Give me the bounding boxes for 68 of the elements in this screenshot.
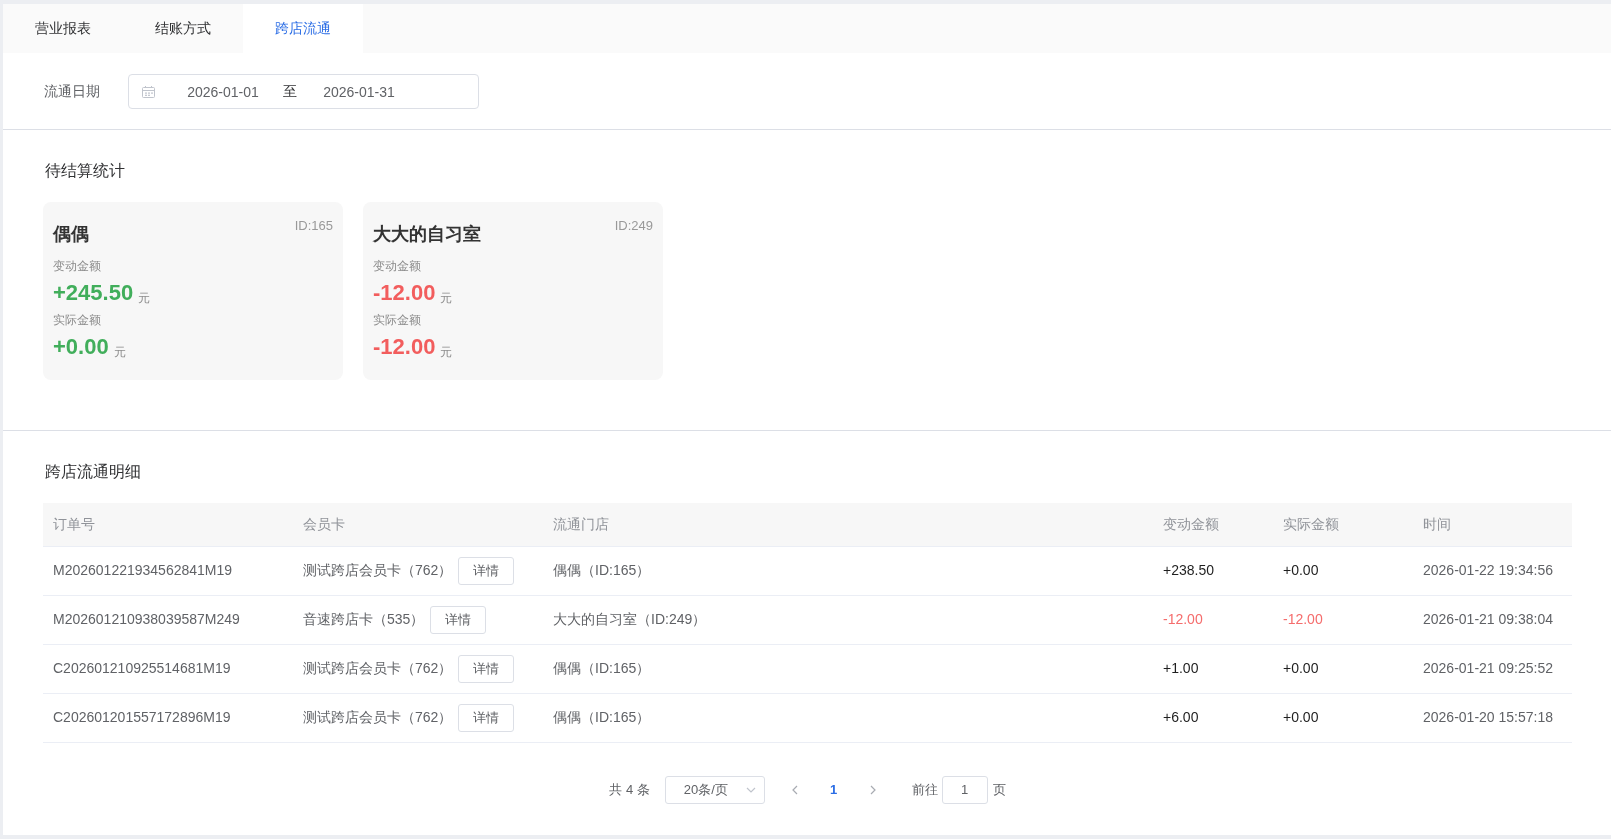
end-date-input[interactable]: 2026-01-31 [311, 79, 407, 104]
store-name: 大大的自习室 [373, 223, 481, 246]
tab[interactable]: 跨店流通 [243, 4, 363, 53]
change-amount-cell: -12.00 [1153, 595, 1273, 644]
actual-amount-cell: +0.00 [1273, 644, 1413, 693]
amount-label: 实际金额 [373, 312, 421, 329]
chevron-left-icon [791, 784, 798, 795]
store-cell: 偶偶（ID:165） [543, 693, 1153, 742]
range-separator: 至 [283, 82, 297, 101]
chevron-down-icon [745, 786, 756, 793]
page-size-select[interactable]: 20条/页 [664, 775, 765, 804]
detail-button[interactable]: 详情 [458, 703, 515, 732]
currency-unit: 元 [138, 290, 151, 307]
chevron-right-icon [869, 784, 876, 795]
order-number-cell: M202601221934562841M19 [43, 546, 293, 595]
column-header: 订单号 [43, 503, 293, 546]
change-amount-cell: +238.50 [1153, 546, 1273, 595]
date-range-field[interactable]: 2026-01-01 至 2026-01-31 [128, 74, 479, 109]
detail-button[interactable]: 详情 [430, 605, 487, 634]
section-title: 待结算统计 [45, 161, 125, 181]
order-number-cell: C202601201557172896M19 [43, 693, 293, 742]
actual-amount-cell: +0.00 [1273, 693, 1413, 742]
order-number-cell: M202601210938039587M249 [43, 595, 293, 644]
actual-amount-cell: +0.00 [1273, 546, 1413, 595]
amount-label: 实际金额 [53, 312, 101, 329]
order-number-cell: C202601210925514681M19 [43, 644, 293, 693]
store-cell: 偶偶（ID:165） [543, 644, 1153, 693]
detail-button[interactable]: 详情 [458, 654, 515, 683]
goto-label: 前往 [911, 780, 938, 799]
time-cell: 2026-01-21 09:25:52 [1413, 644, 1572, 693]
detail-button[interactable]: 详情 [458, 556, 515, 585]
page-jump-input[interactable]: 1 [941, 775, 988, 804]
column-header: 时间 [1413, 503, 1572, 546]
column-header: 实际金额 [1273, 503, 1413, 546]
amount-value: -12.00 [373, 279, 436, 307]
section-title: 跨店流通明细 [45, 462, 141, 482]
goto-suffix: 页 [992, 780, 1006, 799]
change-amount-cell: +1.00 [1153, 644, 1273, 693]
actual-amount-cell: -12.00 [1273, 595, 1413, 644]
total-count: 共 4 条 [609, 780, 650, 799]
amount-value: +245.50 [53, 279, 134, 307]
store-name: 偶偶 [53, 223, 89, 246]
time-cell: 2026-01-21 09:38:04 [1413, 595, 1572, 644]
amount-label: 变动金额 [53, 258, 101, 275]
calendar-icon [142, 85, 155, 98]
store-cell: 偶偶（ID:165） [543, 546, 1153, 595]
page-number[interactable]: 1 [818, 775, 849, 804]
member-card-text: 音速跨店卡（535） [303, 610, 425, 629]
column-header: 变动金额 [1153, 503, 1273, 546]
time-cell: 2026-01-20 15:57:18 [1413, 693, 1572, 742]
amount-value: -12.00 [373, 333, 436, 361]
column-header: 会员卡 [293, 503, 543, 546]
member-card-text: 测试跨店会员卡（762） [303, 561, 453, 580]
column-header: 流通门店 [543, 503, 1153, 546]
currency-unit: 元 [440, 344, 453, 361]
time-cell: 2026-01-22 19:34:56 [1413, 546, 1572, 595]
store-id: ID:249 [614, 218, 653, 234]
store-cell: 大大的自习室（ID:249） [543, 595, 1153, 644]
amount-label: 变动金额 [373, 258, 421, 275]
change-amount-cell: +6.00 [1153, 693, 1273, 742]
filter-label: 流通日期 [44, 82, 101, 101]
currency-unit: 元 [440, 290, 453, 307]
start-date-input[interactable]: 2026-01-01 [175, 79, 271, 104]
member-card-text: 测试跨店会员卡（762） [303, 708, 453, 727]
amount-value: +0.00 [53, 333, 109, 361]
currency-unit: 元 [113, 344, 126, 361]
member-card-text: 测试跨店会员卡（762） [303, 659, 453, 678]
store-id: ID:165 [294, 218, 333, 234]
